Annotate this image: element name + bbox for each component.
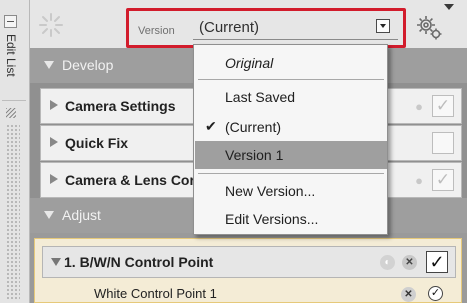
menu-item-original[interactable]: Original xyxy=(195,49,387,77)
menu-item-label: Last Saved xyxy=(225,89,296,105)
edit-list-strip: Edit List xyxy=(0,0,30,303)
panel-menu-arrow-icon[interactable] xyxy=(444,4,454,10)
menu-item-label: New Version... xyxy=(225,183,316,199)
toggle-visibility-icon[interactable]: ◐ xyxy=(380,255,395,270)
child-checkbox[interactable]: ✓ xyxy=(428,286,443,301)
develop-item-checkbox[interactable] xyxy=(432,132,454,154)
adjust-section-body: 1. B/W/N Control Point ◐ ✕ ✓ White Contr… xyxy=(30,233,467,303)
capture-nx-panel: Edit List Version (Current) Develop Came… xyxy=(0,0,467,303)
menu-divider xyxy=(198,173,384,174)
menu-item-last-saved[interactable]: Last Saved xyxy=(195,83,387,111)
menu-item-label: (Current) xyxy=(225,119,282,135)
menu-item-current[interactable]: ✔ (Current) xyxy=(195,113,387,141)
control-point-panel: 1. B/W/N Control Point ◐ ✕ ✓ White Contr… xyxy=(34,238,462,303)
strip-texture xyxy=(6,124,20,299)
spinner-icon xyxy=(39,13,63,37)
strip-divider xyxy=(2,100,26,101)
develop-item-label: Camera Settings xyxy=(65,98,176,114)
menu-item-edit-versions[interactable]: Edit Versions... xyxy=(195,205,387,233)
develop-item-checkbox[interactable]: ✓ xyxy=(432,95,454,117)
collapsed-triangle-icon[interactable] xyxy=(50,100,58,110)
grip-icon[interactable] xyxy=(6,108,16,118)
version-dropdown-value: (Current) xyxy=(199,19,260,36)
menu-item-label: Version 1 xyxy=(225,147,284,163)
control-point-header[interactable]: 1. B/W/N Control Point ◐ ✕ ✓ xyxy=(42,246,456,278)
develop-section-title: Develop xyxy=(62,57,114,73)
menu-divider xyxy=(198,79,384,80)
adjust-section-title: Adjust xyxy=(62,207,101,223)
menu-item-label: Edit Versions... xyxy=(225,211,319,227)
collapse-panel-button[interactable] xyxy=(4,15,17,28)
expand-triangle-icon xyxy=(44,61,54,69)
collapsed-triangle-icon[interactable] xyxy=(50,137,58,147)
version-menu: Original Last Saved ✔ (Current) Version … xyxy=(193,44,388,235)
delete-icon[interactable]: ✕ xyxy=(401,287,416,302)
develop-item-label: Quick Fix xyxy=(65,135,129,151)
control-point-title: 1. B/W/N Control Point xyxy=(64,254,214,270)
delete-icon[interactable]: ✕ xyxy=(402,255,417,270)
control-point-child-label: White Control Point 1 xyxy=(94,286,217,301)
control-point-checkbox[interactable]: ✓ xyxy=(426,251,448,273)
collapsed-triangle-icon[interactable] xyxy=(50,174,58,184)
edit-list-tab[interactable]: Edit List xyxy=(4,34,18,77)
version-dropdown[interactable]: (Current) xyxy=(193,14,398,40)
status-icon: ● xyxy=(415,99,423,114)
expand-triangle-icon[interactable] xyxy=(51,258,61,266)
expand-triangle-icon xyxy=(44,211,54,219)
version-label: Version xyxy=(138,25,175,37)
status-icon: ● xyxy=(415,173,423,188)
checkmark-icon: ✔ xyxy=(205,118,217,134)
menu-item-version-1[interactable]: Version 1 xyxy=(195,141,387,169)
menu-item-new-version[interactable]: New Version... xyxy=(195,177,387,205)
dropdown-arrow-icon[interactable] xyxy=(376,19,390,33)
gear-icon[interactable] xyxy=(415,14,445,42)
develop-item-checkbox[interactable]: ✓ xyxy=(432,169,454,191)
menu-item-label: Original xyxy=(225,55,274,71)
list-item[interactable]: White Control Point 1 ✕ ✓ xyxy=(42,282,456,303)
